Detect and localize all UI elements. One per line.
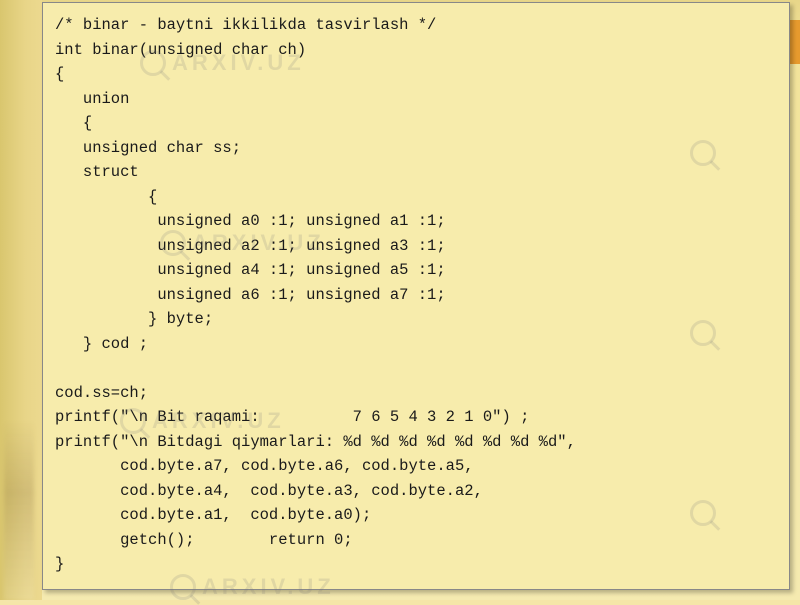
- code-block: /* binar - baytni ikkilikda tasvirlash *…: [55, 13, 777, 577]
- code-panel: /* binar - baytni ikkilikda tasvirlash *…: [42, 2, 790, 590]
- left-margin-strip: [0, 0, 42, 600]
